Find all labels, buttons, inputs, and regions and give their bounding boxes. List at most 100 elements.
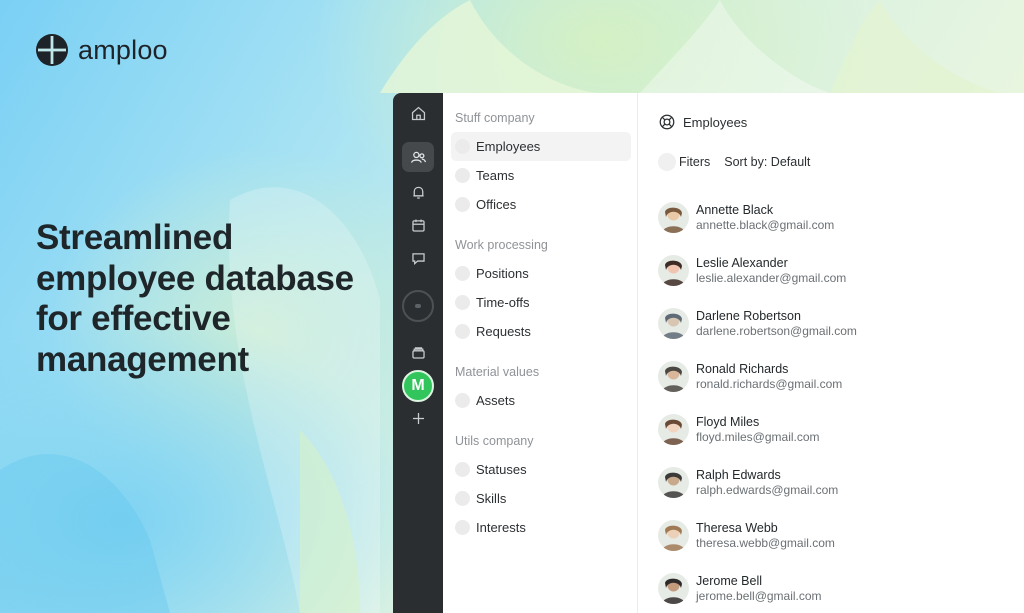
lifebuoy-icon bbox=[659, 114, 675, 130]
list-toolbar: Fiters Sort by: Default bbox=[658, 153, 1024, 171]
employee-row[interactable]: Leslie Alexander leslie.alexander@gmail.c… bbox=[658, 244, 1024, 297]
employee-name: Theresa Webb bbox=[696, 520, 778, 535]
sidebar-item-label: Employees bbox=[476, 139, 541, 154]
page-header: Employees bbox=[658, 113, 1024, 131]
item-icon bbox=[455, 393, 470, 408]
sidebar-item-label: Offices bbox=[476, 197, 517, 212]
sidebar-section-work-processing: Work processing Positions Time-offs Requ… bbox=[443, 237, 637, 346]
avatar bbox=[658, 308, 689, 339]
item-icon bbox=[455, 266, 470, 281]
employee-email: leslie.alexander@gmail.com bbox=[696, 270, 847, 285]
employee-email: annette.black@gmail.com bbox=[696, 217, 835, 232]
item-icon bbox=[455, 462, 470, 477]
employee-info: Darlene Robertson darlene.robertson@gmail… bbox=[696, 309, 857, 339]
progress-ring-icon[interactable] bbox=[402, 290, 434, 322]
employee-row[interactable]: Jerome Bell jerome.bell@gmail.com bbox=[658, 562, 1024, 613]
sidebar-item-label: Statuses bbox=[476, 462, 527, 477]
icon-rail: M bbox=[393, 93, 443, 613]
employee-info: Jerome Bell jerome.bell@gmail.com bbox=[696, 574, 822, 604]
employee-row[interactable]: Ronald Richards ronald.richards@gmail.com bbox=[658, 350, 1024, 403]
plus-icon[interactable] bbox=[402, 403, 434, 433]
employee-row[interactable]: Theresa Webb theresa.webb@gmail.com bbox=[658, 509, 1024, 562]
sidebar-item-label: Assets bbox=[476, 393, 516, 408]
sidebar-item-teams[interactable]: Teams bbox=[451, 161, 631, 190]
sidebar-item-statuses[interactable]: Statuses bbox=[451, 455, 631, 484]
avatar bbox=[658, 255, 689, 286]
item-icon bbox=[455, 197, 470, 212]
employee-name: Darlene Robertson bbox=[696, 308, 801, 323]
sidebar-section-title: Work processing bbox=[455, 238, 548, 252]
employee-name: Leslie Alexander bbox=[696, 255, 788, 270]
avatar bbox=[658, 202, 689, 233]
sidebar-item-offices[interactable]: Offices bbox=[451, 190, 631, 219]
sidebar-item-requests[interactable]: Requests bbox=[451, 317, 631, 346]
avatar bbox=[658, 467, 689, 498]
employee-info: Leslie Alexander leslie.alexander@gmail.c… bbox=[696, 256, 846, 286]
employee-email: floyd.miles@gmail.com bbox=[696, 429, 820, 444]
employee-info: Floyd Miles floyd.miles@gmail.com bbox=[696, 415, 820, 445]
users-icon[interactable] bbox=[402, 142, 434, 172]
employee-list: Annette Black annette.black@gmail.com Lesl… bbox=[658, 191, 1024, 613]
home-icon[interactable] bbox=[402, 98, 434, 128]
sidebar-section-utils-company: Utils company Statuses Skills Interests bbox=[443, 433, 637, 542]
employee-name: Ronald Richards bbox=[696, 361, 789, 376]
employee-info: Theresa Webb theresa.webb@gmail.com bbox=[696, 521, 835, 551]
item-icon bbox=[455, 168, 470, 183]
employee-info: Annette Black annette.black@gmail.com bbox=[696, 203, 834, 233]
employee-row[interactable]: Annette Black annette.black@gmail.com bbox=[658, 191, 1024, 244]
item-icon bbox=[455, 491, 470, 506]
bell-icon[interactable] bbox=[402, 177, 434, 207]
app-window: M Stuff company Employees Teams Offices … bbox=[393, 93, 1024, 613]
employee-name: Annette Black bbox=[696, 202, 774, 217]
sidebar-item-time-offs[interactable]: Time-offs bbox=[451, 288, 631, 317]
employee-row[interactable]: Ralph Edwards ralph.edwards@gmail.com bbox=[658, 456, 1024, 509]
sidebar-item-interests[interactable]: Interests bbox=[451, 513, 631, 542]
employee-info: Ronald Richards ronald.richards@gmail.com bbox=[696, 362, 842, 392]
item-icon bbox=[455, 520, 470, 535]
calendar-icon[interactable] bbox=[402, 210, 434, 240]
employee-row[interactable]: Floyd Miles floyd.miles@gmail.com bbox=[658, 403, 1024, 456]
sort-dropdown[interactable]: Sort by: Default bbox=[724, 155, 810, 169]
employee-email: theresa.webb@gmail.com bbox=[696, 535, 835, 550]
avatar bbox=[658, 361, 689, 392]
filters-button[interactable]: Fiters bbox=[658, 153, 710, 171]
employee-email: ronald.richards@gmail.com bbox=[696, 376, 843, 391]
employee-name: Ralph Edwards bbox=[696, 467, 781, 482]
sidebar-section-material-values: Material values Assets bbox=[443, 364, 637, 415]
brand-name: amploo bbox=[78, 34, 168, 65]
employee-email: darlene.robertson@gmail.com bbox=[696, 323, 857, 338]
hero-headline: Streamlined employee database for effect… bbox=[36, 218, 354, 379]
sidebar-item-label: Skills bbox=[476, 491, 507, 506]
sidebar-item-assets[interactable]: Assets bbox=[451, 386, 631, 415]
page-title: Employees bbox=[683, 114, 748, 130]
employee-email: jerome.bell@gmail.com bbox=[696, 588, 822, 603]
avatar bbox=[658, 573, 689, 604]
employee-name: Floyd Miles bbox=[696, 414, 760, 429]
sidebar-item-label: Requests bbox=[476, 324, 531, 339]
avatar bbox=[658, 414, 689, 445]
sidebar: Stuff company Employees Teams Offices Wo… bbox=[443, 93, 638, 613]
sidebar-item-label: Teams bbox=[476, 168, 515, 183]
employees-panel: Employees Fiters Sort by: Default Annett… bbox=[638, 93, 1024, 613]
sidebar-section-title: Utils company bbox=[455, 434, 534, 448]
sidebar-item-positions[interactable]: Positions bbox=[451, 259, 631, 288]
avatar bbox=[658, 520, 689, 551]
employee-info: Ralph Edwards ralph.edwards@gmail.com bbox=[696, 468, 838, 498]
sidebar-item-employees[interactable]: Employees bbox=[451, 132, 631, 161]
employee-email: ralph.edwards@gmail.com bbox=[696, 482, 839, 497]
item-icon bbox=[455, 295, 470, 310]
archive-icon[interactable] bbox=[402, 337, 434, 367]
employee-row[interactable]: Darlene Robertson darlene.robertson@gmail… bbox=[658, 297, 1024, 350]
item-icon bbox=[455, 139, 470, 154]
sidebar-section-stuff-company: Stuff company Employees Teams Offices bbox=[443, 110, 637, 219]
sidebar-section-title: Material values bbox=[455, 365, 540, 379]
sidebar-section-title: Stuff company bbox=[455, 111, 535, 125]
workspace-avatar[interactable]: M bbox=[402, 370, 434, 402]
filters-label: Fiters bbox=[679, 155, 711, 169]
sidebar-item-label: Interests bbox=[476, 520, 526, 535]
sidebar-item-label: Positions bbox=[476, 266, 529, 281]
chat-icon[interactable] bbox=[402, 243, 434, 273]
filter-icon bbox=[658, 153, 676, 171]
item-icon bbox=[455, 324, 470, 339]
sidebar-item-skills[interactable]: Skills bbox=[451, 484, 631, 513]
